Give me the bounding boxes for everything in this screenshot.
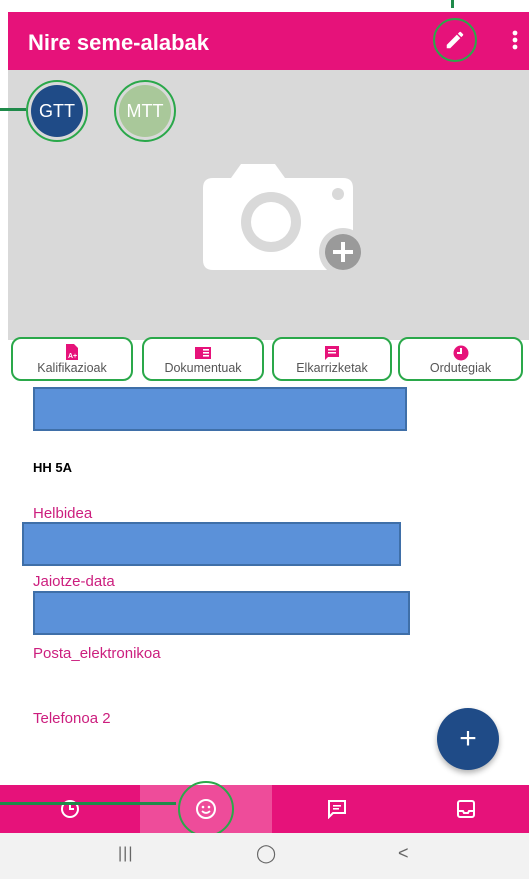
- tab-label: Ordutegiak: [429, 361, 492, 375]
- callout-line: [0, 802, 176, 805]
- tab-label: Kalifikazioak: [37, 361, 107, 375]
- tab-dokumentuak[interactable]: Dokumentuak: [142, 337, 264, 381]
- field-label-birthdate: Jaiotze-data: [33, 573, 115, 590]
- page-title: Nire seme-alabak: [28, 30, 209, 55]
- clock-icon: [453, 345, 468, 361]
- back-button[interactable]: <: [398, 843, 409, 864]
- tab-elkarrizketak[interactable]: Elkarrizketak: [272, 337, 392, 381]
- redacted-address: [22, 522, 401, 566]
- field-label-address: Helbidea: [33, 505, 93, 522]
- group-label: HH 5A: [33, 460, 73, 475]
- child-avatar-mtt[interactable]: MTT: [114, 80, 176, 142]
- nav-profile[interactable]: [140, 781, 272, 837]
- redacted-birthdate: [33, 591, 410, 635]
- avatar: GTT: [31, 85, 83, 137]
- plus-icon: +: [459, 722, 477, 755]
- field-label-phone: Telefonoa 2: [33, 710, 111, 727]
- field-label-email: Posta_elektronikoa: [33, 645, 161, 662]
- tab-label: Elkarrizketak: [296, 361, 368, 375]
- svg-text:A+: A+: [68, 353, 77, 360]
- nav-history[interactable]: [0, 785, 140, 833]
- message-icon: [328, 800, 346, 819]
- status-strip: [0, 0, 529, 12]
- pencil-icon: [446, 31, 464, 49]
- callout-line: [451, 0, 454, 8]
- redacted-name: [33, 387, 407, 431]
- nav-inbox[interactable]: [402, 785, 529, 833]
- grades-icon: A+: [66, 344, 78, 360]
- tab-label: Dokumentuak: [164, 361, 242, 375]
- child-avatar-gtt[interactable]: GTT: [26, 80, 88, 142]
- home-button[interactable]: ◯: [256, 843, 276, 864]
- callout-line: [0, 108, 26, 111]
- documents-icon: [195, 347, 211, 359]
- more-options-button[interactable]: [503, 20, 527, 60]
- chat-icon: [325, 346, 339, 360]
- child-photo-area[interactable]: GTT MTT: [8, 70, 529, 340]
- avatar: MTT: [119, 85, 171, 137]
- smile-icon: [196, 799, 216, 819]
- tab-ordutegiak[interactable]: Ordutegiak: [398, 337, 523, 381]
- more-vertical-icon: [512, 30, 518, 50]
- recents-button[interactable]: |||: [118, 845, 133, 863]
- nav-messages[interactable]: [272, 785, 402, 833]
- nav-profile-highlight: [178, 781, 234, 837]
- inbox-icon: [456, 800, 475, 818]
- add-button[interactable]: +: [437, 708, 499, 770]
- app-bar: Nire seme-alabak: [8, 12, 529, 70]
- system-navigation-bar: ||| ◯ <: [0, 833, 529, 879]
- edit-button[interactable]: [433, 18, 477, 62]
- tab-kalifikazioak[interactable]: A+ Kalifikazioak: [11, 337, 133, 381]
- camera-add-icon[interactable]: [193, 160, 373, 280]
